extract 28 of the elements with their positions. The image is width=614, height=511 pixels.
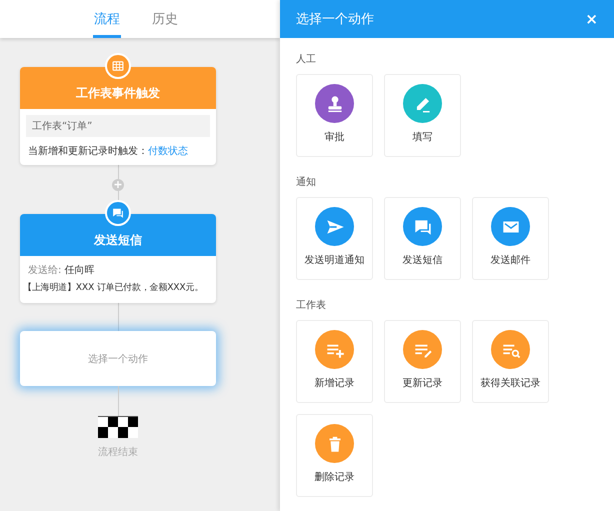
sms-message: 【上海明道】XXX 订单已付款，金额XXX元。 <box>23 281 204 294</box>
panel-title: 选择一个动作 <box>296 11 374 28</box>
action-tile[interactable]: 删除记录 <box>296 414 373 497</box>
section-label: 通知 <box>296 176 317 189</box>
sms-card[interactable]: 发送短信 发送给: 任向晖 【上海明道】XXX 订单已付款，金额XXX元。 <box>20 214 216 303</box>
placeholder-text: 选择一个动作 <box>88 352 148 366</box>
recipient-label: 发送给: <box>28 265 62 276</box>
action-tile[interactable]: 审批 <box>296 74 373 157</box>
action-tile[interactable]: 发送短信 <box>384 197 461 280</box>
section-label: 工作表 <box>296 298 327 312</box>
recipient-name: 任向晖 <box>64 265 95 276</box>
trigger-card[interactable]: 工作表事件触发 工作表“订单” 当新增和更新记录时触发：付数状态 <box>20 67 216 165</box>
action-tile[interactable]: 发送明道通知 <box>296 197 373 280</box>
section-label: 人工 <box>296 53 317 66</box>
card-title: 发送短信 <box>94 232 142 249</box>
sheet-name: 工作表“订单” <box>26 115 210 137</box>
flow-end-label: 流程结束 <box>98 446 138 459</box>
action-tile[interactable]: 填写 <box>384 74 461 157</box>
card-title: 工作表事件触发 <box>76 85 160 102</box>
action-tile[interactable]: 发送邮件 <box>472 197 549 280</box>
action-tile[interactable]: 获得关联记录 <box>472 320 549 403</box>
trigger-condition: 当新增和更新记录时触发： <box>28 146 148 157</box>
table-icon <box>111 59 125 73</box>
action-tile[interactable]: 更新记录 <box>384 320 461 403</box>
chat-icon <box>111 206 125 220</box>
tab[interactable]: 历史 <box>151 0 179 38</box>
action-tile[interactable]: 新增记录 <box>296 320 373 403</box>
checkered-flag-icon <box>98 416 138 438</box>
